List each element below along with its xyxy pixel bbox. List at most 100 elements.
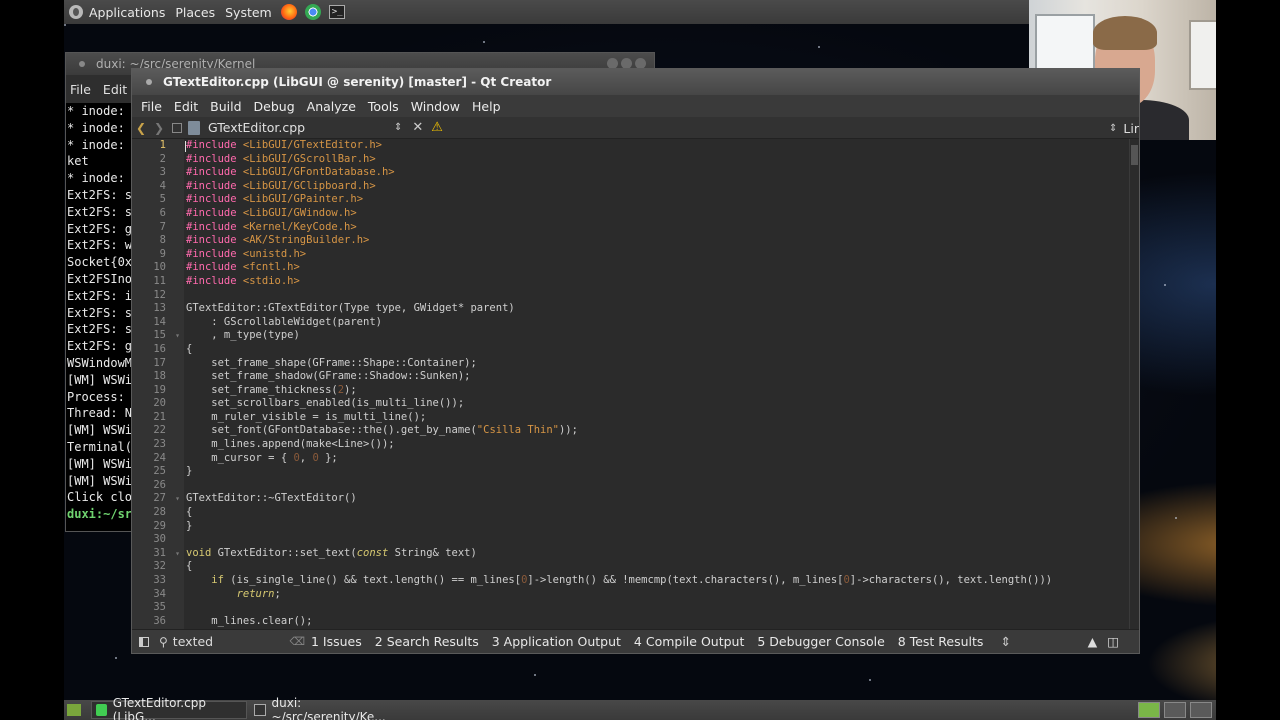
code-line: : GScrollableWidget(parent) bbox=[186, 316, 1139, 330]
pane-application-output[interactable]: 3 Application Output bbox=[492, 634, 621, 649]
code-token: set_frame_shape(GFrame::Shape::Container… bbox=[186, 356, 477, 369]
code-line: if (is_single_line() && text.length() ==… bbox=[186, 574, 1139, 588]
letterbox-right bbox=[1216, 0, 1280, 720]
menu-build[interactable]: Build bbox=[210, 99, 241, 114]
line-number: 6 bbox=[159, 206, 166, 219]
code-line: return; bbox=[186, 588, 1139, 602]
taskbar-item-terminal[interactable]: duxi: ~/src/serenity/Ke... bbox=[250, 696, 420, 720]
line-number: 18 bbox=[153, 370, 166, 383]
editor-toolbar: ❮ ❯ GTextEditor.cpp ⇕ ✕ ⚠ ⇕ Lir bbox=[132, 117, 1139, 139]
show-desktop-icon[interactable] bbox=[67, 704, 81, 716]
workspace-3[interactable] bbox=[1190, 702, 1212, 718]
code-token: { bbox=[186, 560, 193, 573]
code-line: set_frame_shadow(GFrame::Shadow::Sunken)… bbox=[186, 370, 1139, 384]
line-number: 17 bbox=[153, 356, 166, 369]
code-token: GTextEditor::set_text( bbox=[217, 546, 357, 559]
code-line: m_lines.append(make<Line>()); bbox=[186, 438, 1139, 452]
taskbar-item-qt-creator[interactable]: GTextEditor.cpp (LibG... bbox=[91, 696, 247, 720]
code-token: #include bbox=[186, 139, 243, 151]
applications-menu[interactable]: Applications bbox=[64, 0, 170, 24]
scrollbar-thumb[interactable] bbox=[1131, 145, 1138, 165]
terminal-menu-file[interactable]: File bbox=[70, 82, 91, 97]
workspace-1[interactable] bbox=[1138, 702, 1160, 718]
clear-locator-icon[interactable]: ⌫ bbox=[289, 635, 305, 648]
menu-edit[interactable]: Edit bbox=[174, 99, 198, 114]
code-token: set_frame_shadow(GFrame::Shadow::Sunken)… bbox=[186, 370, 471, 383]
symbol-updown-arrow-icon[interactable]: ⇕ bbox=[1109, 123, 1117, 134]
code-token: set_font(GFontDatabase::the().get_by_nam… bbox=[186, 424, 477, 437]
menu-debug[interactable]: Debug bbox=[254, 99, 295, 114]
code-token: { bbox=[186, 342, 193, 355]
code-line: { bbox=[186, 560, 1139, 574]
chromium-icon[interactable] bbox=[304, 4, 321, 20]
line-number: 11 bbox=[153, 274, 166, 287]
line-number: 16 bbox=[153, 342, 166, 355]
pane-debugger-console[interactable]: 5 Debugger Console bbox=[757, 634, 884, 649]
toggle-sidebar-icon[interactable] bbox=[139, 636, 149, 647]
close-document-icon[interactable]: ✕ bbox=[412, 120, 423, 135]
text-cursor bbox=[185, 141, 186, 152]
code-token: GTextEditor::~GTextEditor() bbox=[186, 492, 357, 505]
code-token: return bbox=[236, 587, 275, 600]
code-line: } bbox=[186, 465, 1139, 479]
menu-analyze[interactable]: Analyze bbox=[307, 99, 356, 114]
code-token: m_lines.clear(); bbox=[186, 614, 313, 627]
warning-icon[interactable]: ⚠ bbox=[431, 120, 443, 135]
code-line: void GTextEditor::set_text(const String&… bbox=[186, 547, 1139, 561]
more-panes-arrow-icon[interactable]: ⇕ bbox=[1000, 634, 1010, 649]
code-token: <LibGUI/GWindow.h> bbox=[242, 206, 357, 219]
pane-issues[interactable]: 1 Issues bbox=[311, 634, 362, 649]
workspace-2[interactable] bbox=[1164, 702, 1186, 718]
menu-help[interactable]: Help bbox=[472, 99, 501, 114]
places-menu[interactable]: Places bbox=[170, 0, 220, 24]
code-token: #include bbox=[186, 152, 243, 165]
code-line: { bbox=[186, 506, 1139, 520]
menu-tools[interactable]: Tools bbox=[368, 99, 399, 114]
line-number: 29 bbox=[153, 519, 166, 532]
system-menu[interactable]: System bbox=[220, 0, 277, 24]
code-token: ]->characters(), text.length())) bbox=[849, 574, 1053, 586]
vertical-scrollbar[interactable] bbox=[1129, 139, 1139, 629]
fold-marker-icon[interactable]: ▾ bbox=[175, 492, 180, 506]
firefox-icon[interactable] bbox=[280, 4, 297, 20]
code-token: } bbox=[186, 465, 193, 478]
code-line: m_lines.clear(); bbox=[186, 615, 1139, 629]
pane-search-results[interactable]: 2 Search Results bbox=[375, 634, 479, 649]
forward-arrow-icon[interactable]: ❯ bbox=[150, 121, 168, 135]
line-column-combo[interactable]: Lir bbox=[1123, 121, 1139, 136]
code-editor[interactable]: 1 2 3 4 5 6 7 8 9 10 11 12 13 14 15 ▾ 16 17 18 19 20 21 22 23 24… bbox=[132, 139, 1139, 629]
code-line: GTextEditor::~GTextEditor() bbox=[186, 492, 1139, 506]
task-label: duxi: ~/src/serenity/Ke... bbox=[271, 696, 386, 720]
code-line: #include <fcntl.h> bbox=[186, 261, 1139, 275]
menu-window[interactable]: Window bbox=[411, 99, 460, 114]
terminal-menu-edit[interactable]: Edit bbox=[103, 82, 127, 97]
line-number: 7 bbox=[159, 220, 166, 233]
line-number: 30 bbox=[153, 533, 166, 546]
updown-arrow-icon[interactable]: ⇕ bbox=[394, 122, 402, 133]
open-document-combo[interactable]: GTextEditor.cpp bbox=[208, 120, 394, 135]
locator-field[interactable]: ⚲ texted ⌫ bbox=[159, 633, 311, 651]
pane-test-results[interactable]: 8 Test Results bbox=[898, 634, 984, 649]
unlock-icon[interactable] bbox=[172, 122, 182, 133]
menu-file[interactable]: File bbox=[141, 99, 162, 114]
code-line: m_ruler_visible = is_multi_line(); bbox=[186, 411, 1139, 425]
toggle-right-sidebar-icon[interactable]: ◫ bbox=[1107, 634, 1119, 649]
line-number: 32 bbox=[153, 560, 166, 573]
webcam-window-right bbox=[1189, 20, 1216, 90]
code-line: { bbox=[186, 343, 1139, 357]
qt-creator-titlebar[interactable]: GTextEditor.cpp (LibGUI @ serenity) [mas… bbox=[132, 69, 1139, 95]
search-icon: ⚲ bbox=[159, 634, 168, 649]
terminal-launcher-icon[interactable]: >_ bbox=[328, 5, 345, 19]
pane-compile-output[interactable]: 4 Compile Output bbox=[634, 634, 744, 649]
fold-marker-icon[interactable]: ▾ bbox=[175, 547, 180, 561]
back-arrow-icon[interactable]: ❮ bbox=[132, 121, 150, 135]
line-number: 2 bbox=[159, 152, 166, 165]
code-token: <unistd.h> bbox=[242, 247, 307, 260]
code-line: set_font(GFontDatabase::the().get_by_nam… bbox=[186, 424, 1139, 438]
letterbox-left bbox=[0, 0, 64, 720]
code-line: , m_type(type) bbox=[186, 329, 1139, 343]
code-area[interactable]: #include <LibGUI/GTextEditor.h> #include … bbox=[184, 139, 1139, 629]
qt-creator-window[interactable]: GTextEditor.cpp (LibGUI @ serenity) [mas… bbox=[131, 68, 1140, 654]
maximize-pane-icon[interactable]: ▲ bbox=[1088, 634, 1098, 649]
fold-marker-icon[interactable]: ▾ bbox=[175, 329, 180, 343]
